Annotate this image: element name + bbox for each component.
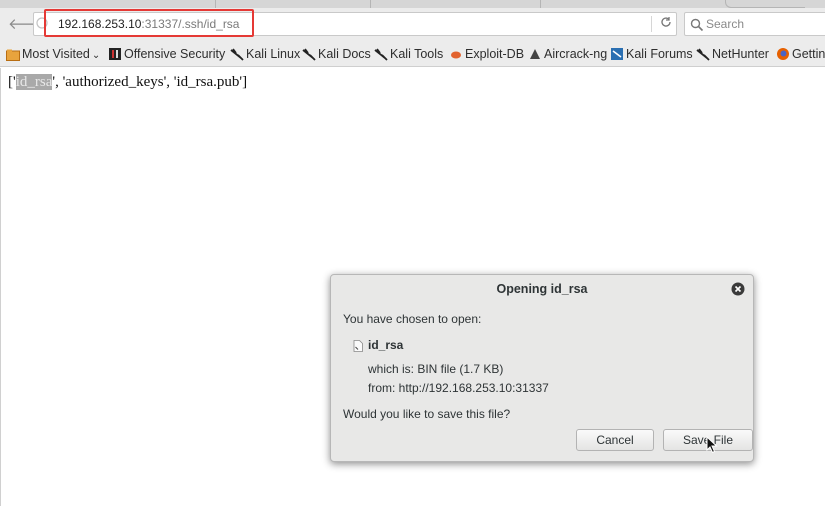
tab-strip: [0, 0, 825, 8]
list-rest: ', 'authorized_keys', 'id_rsa.pub']: [52, 74, 248, 90]
page-body-text: ['id_rsa', 'authorized_keys', 'id_rsa.pu…: [8, 74, 247, 91]
firefox-icon: [777, 48, 789, 60]
folder-icon: [6, 49, 20, 61]
close-icon[interactable]: [731, 282, 745, 296]
bookmark-nethunter[interactable]: NetHunter: [696, 46, 769, 62]
bookmark-label: Kali Docs: [318, 47, 371, 61]
dialog-intro: You have chosen to open:: [343, 312, 482, 326]
back-arrow-icon[interactable]: 🡐: [8, 14, 48, 34]
bookmark-kali-tools[interactable]: Kali Tools: [374, 46, 443, 62]
dialog-title: Opening id_rsa: [496, 282, 588, 296]
download-dialog: Opening id_rsa You have chosen to open: …: [330, 274, 754, 462]
list-open-bracket: [': [8, 74, 16, 90]
dialog-filename: id_rsa: [368, 338, 404, 352]
kali-dragon-icon: [696, 48, 710, 61]
exploit-db-icon: [451, 51, 461, 59]
bookmark-label: Exploit-DB: [465, 47, 525, 61]
bookmark-label: Kali Linux: [246, 47, 301, 61]
bookmark-kali-docs[interactable]: Kali Docs: [302, 46, 371, 62]
search-icon: [690, 17, 704, 32]
mouse-cursor-icon: [706, 435, 718, 454]
bookmark-getting-started[interactable]: Gettin: [776, 46, 825, 62]
reload-icon[interactable]: [658, 16, 674, 32]
cancel-button[interactable]: Cancel: [576, 429, 654, 451]
kali-dragon-icon: [374, 48, 388, 61]
dialog-file-source: from: http://192.168.253.10:31337: [368, 381, 549, 395]
offensive-security-icon: [109, 48, 121, 60]
kali-dragon-icon: [302, 48, 316, 61]
kali-forums-icon: [611, 48, 623, 60]
tab-divider: [215, 0, 216, 8]
bookmark-label: Kali Tools: [390, 47, 444, 61]
bookmark-label: Aircrack-ng: [544, 47, 608, 61]
tab-divider: [370, 0, 371, 8]
dialog-question: Would you like to save this file?: [343, 407, 511, 421]
bookmarks-toolbar: Most Visited ⌄ Offensive Security Kali Li…: [0, 40, 825, 67]
bookmark-most-visited[interactable]: Most Visited ⌄: [6, 46, 100, 62]
bookmark-label: Offensive Security: [124, 47, 226, 61]
bookmark-kali-linux[interactable]: Kali Linux: [230, 46, 300, 62]
chevron-down-icon: ⌄: [91, 50, 101, 61]
search-placeholder: Search: [706, 17, 745, 31]
bookmark-exploit-db[interactable]: Exploit-DB: [449, 46, 524, 62]
bookmark-kali-forums[interactable]: Kali Forums: [610, 46, 693, 62]
selected-text: id_rsa: [15, 74, 53, 90]
bookmark-offensive-security[interactable]: Offensive Security: [108, 46, 225, 62]
url-separator: [651, 16, 652, 32]
bookmark-label: Kali Forums: [626, 47, 693, 61]
bookmark-label: Gettin: [792, 47, 825, 61]
bookmark-aircrack-ng[interactable]: Aircrack-ng: [528, 46, 607, 62]
tab-divider: [725, 0, 805, 8]
aircrack-icon: [530, 49, 540, 59]
url-highlight-annotation: [44, 9, 254, 37]
bookmark-label: Most Visited: [22, 47, 90, 61]
tab-divider: [540, 0, 541, 8]
dialog-file-type: which is: BIN file (1.7 KB): [368, 362, 504, 376]
file-icon: [353, 339, 363, 352]
bookmark-label: NetHunter: [712, 47, 769, 61]
search-bar[interactable]: Search: [684, 12, 825, 36]
page-left-border: [0, 68, 1, 506]
kali-dragon-icon: [230, 48, 244, 61]
